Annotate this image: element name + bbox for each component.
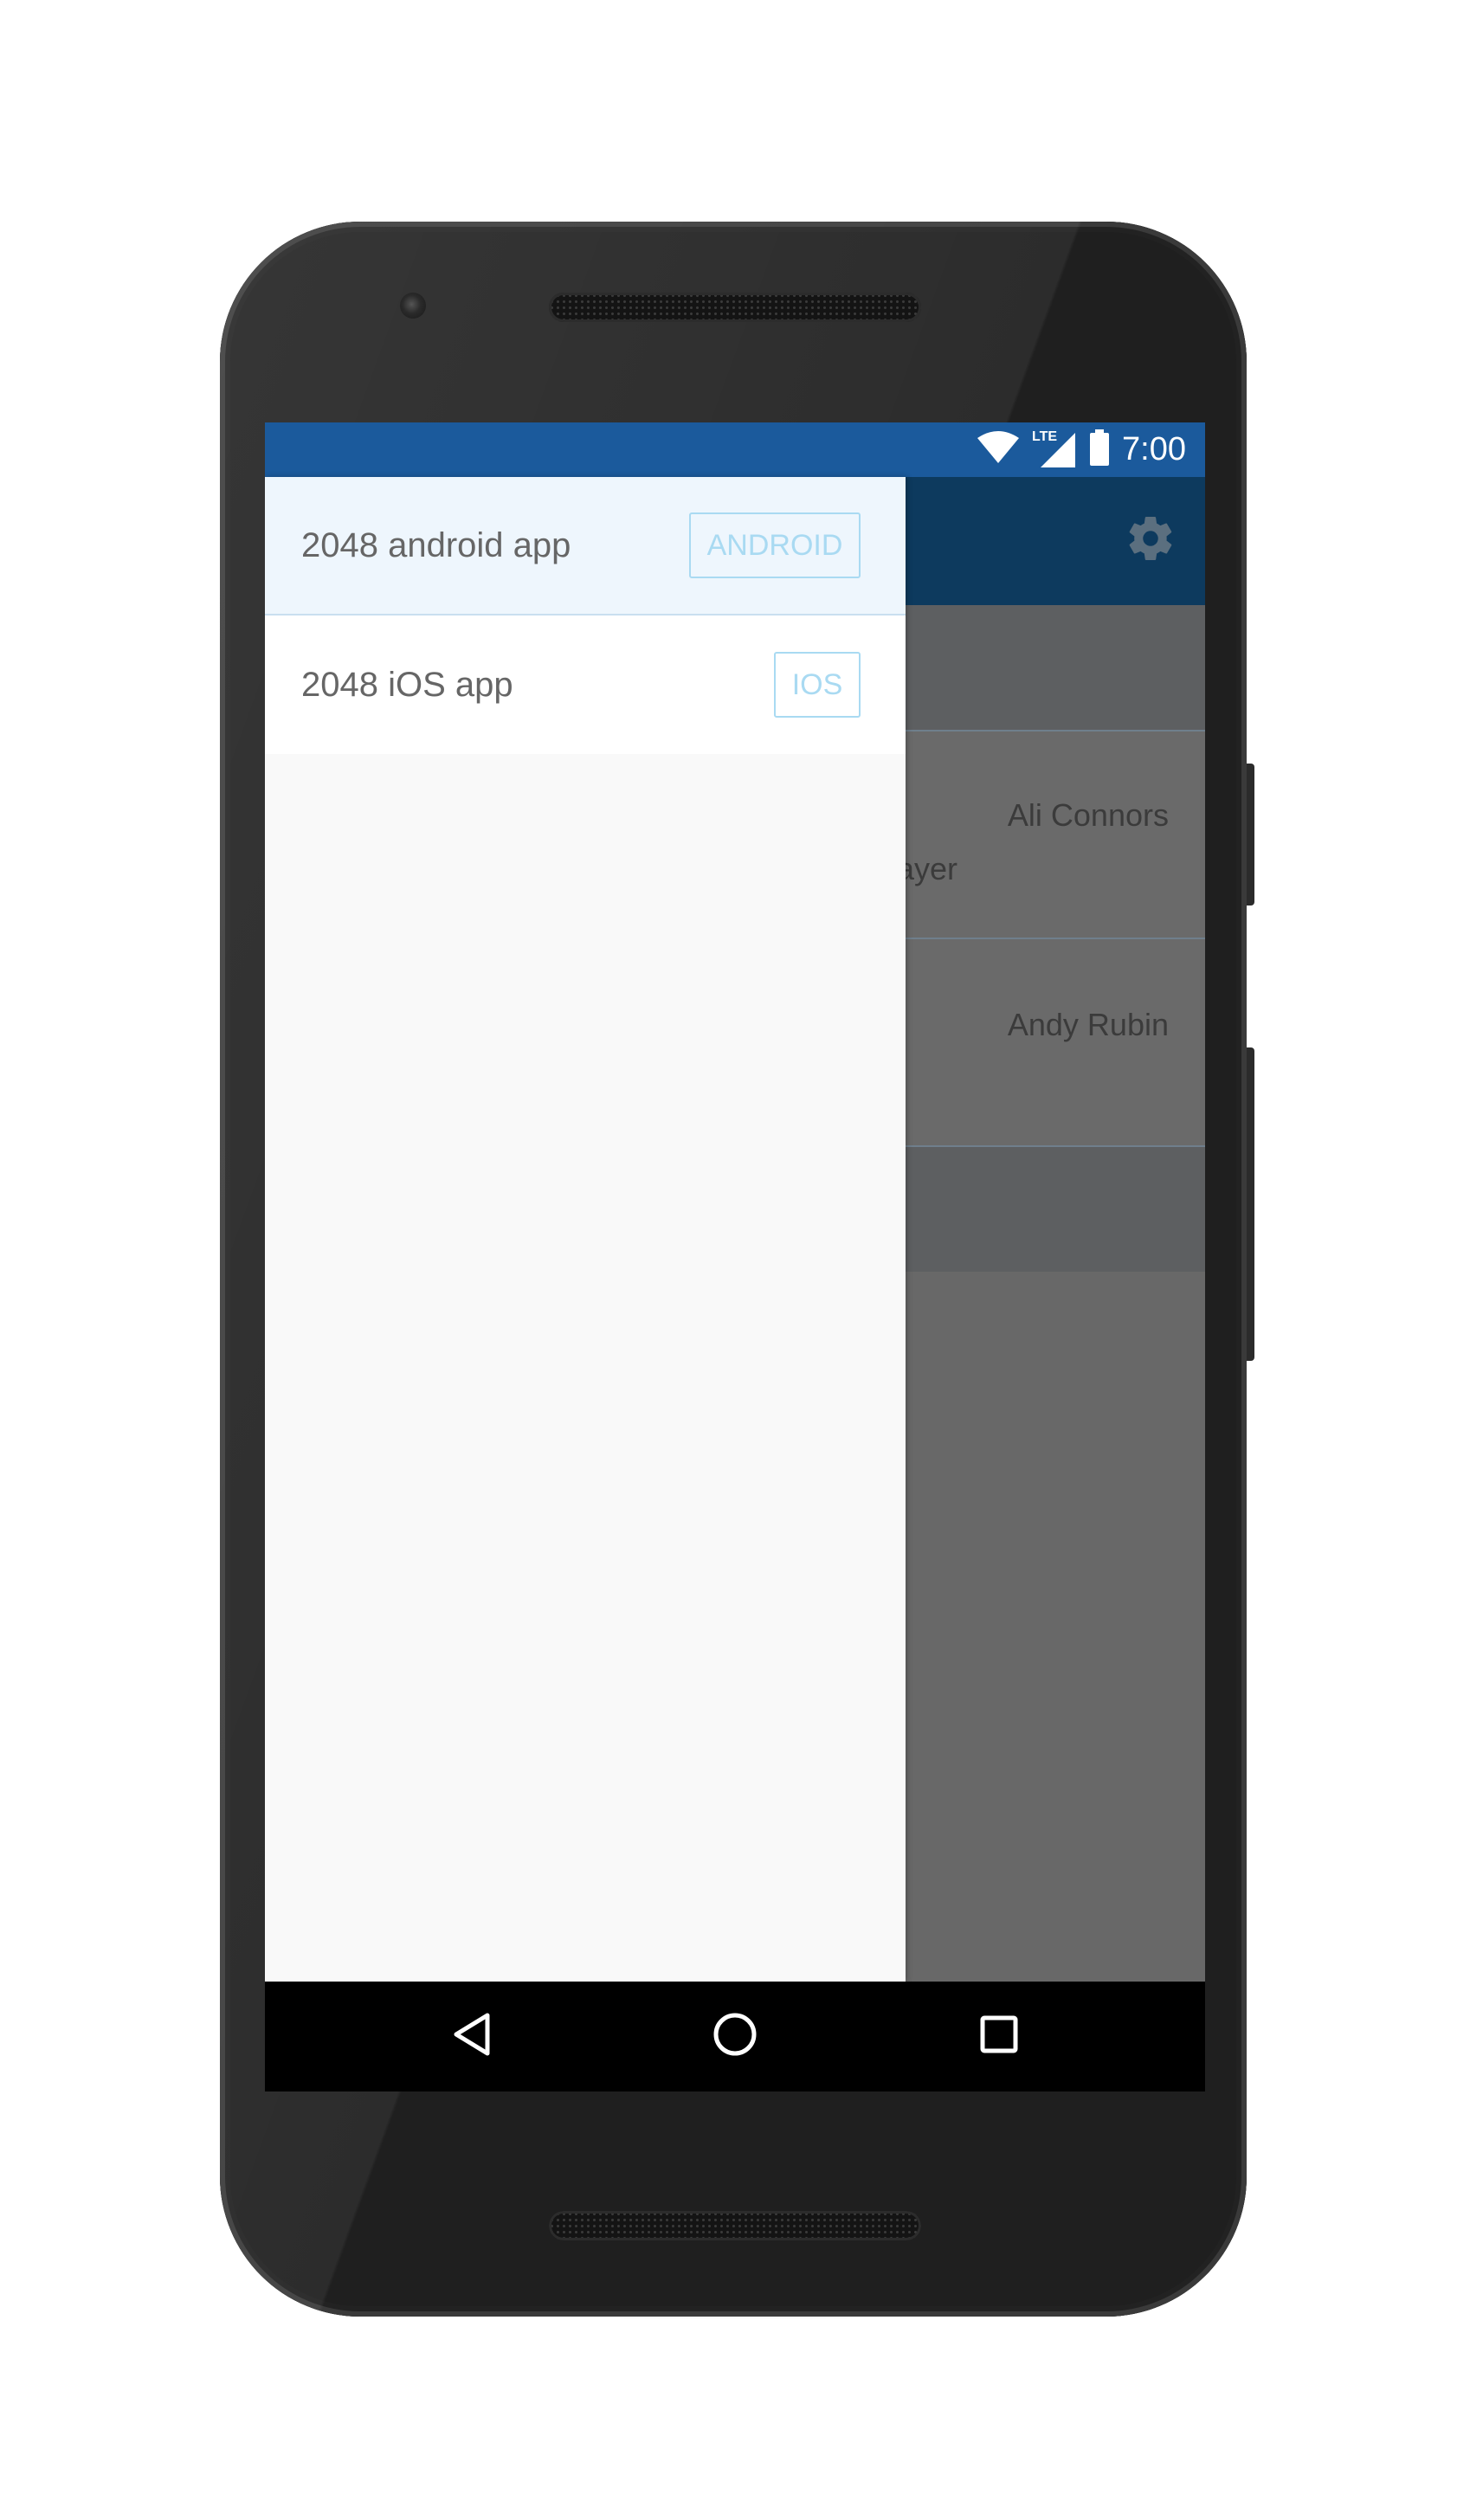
top-speaker-grille xyxy=(549,293,921,322)
drawer-item-ios-app[interactable]: 2048 iOS app IOS xyxy=(265,615,906,754)
home-button[interactable] xyxy=(705,2006,765,2066)
network-type-label: LTE xyxy=(1032,429,1058,444)
wifi-icon xyxy=(977,431,1020,468)
drawer-item-label: 2048 android app xyxy=(301,525,571,564)
home-circle-icon xyxy=(712,2011,758,2062)
recents-button[interactable] xyxy=(969,2006,1029,2066)
settings-button[interactable] xyxy=(1122,512,1179,569)
recents-square-icon xyxy=(979,2014,1019,2059)
power-button xyxy=(1247,764,1254,906)
system-nav-bar xyxy=(265,1982,1205,2091)
platform-tag-android: ANDROID xyxy=(689,512,861,578)
bottom-speaker-grille xyxy=(549,2211,921,2240)
drawer-item-label: 2048 iOS app xyxy=(301,665,513,704)
gear-icon xyxy=(1125,512,1177,569)
lte-signal-icon: LTE xyxy=(1032,429,1077,469)
clock: 7:00 xyxy=(1122,431,1186,467)
status-bar: LTE 7:00 xyxy=(265,422,1205,477)
back-triangle-icon xyxy=(451,2012,493,2061)
volume-rocker xyxy=(1247,1047,1254,1361)
list-item-name: Andy Rubin xyxy=(1007,1007,1169,1042)
back-button[interactable] xyxy=(442,2006,502,2066)
front-camera xyxy=(400,293,426,319)
device-screen: LTE 7:00 Ali Connors layer Andy Rubin 20… xyxy=(265,422,1205,2091)
platform-tag-ios: IOS xyxy=(774,652,861,718)
drawer-item-android-app[interactable]: 2048 android app ANDROID xyxy=(265,477,906,615)
battery-icon xyxy=(1089,429,1110,470)
status-icons: LTE 7:00 xyxy=(977,422,1186,477)
list-item-name: Ali Connors xyxy=(1007,797,1169,833)
navigation-drawer: 2048 android app ANDROID 2048 iOS app IO… xyxy=(265,477,906,1982)
